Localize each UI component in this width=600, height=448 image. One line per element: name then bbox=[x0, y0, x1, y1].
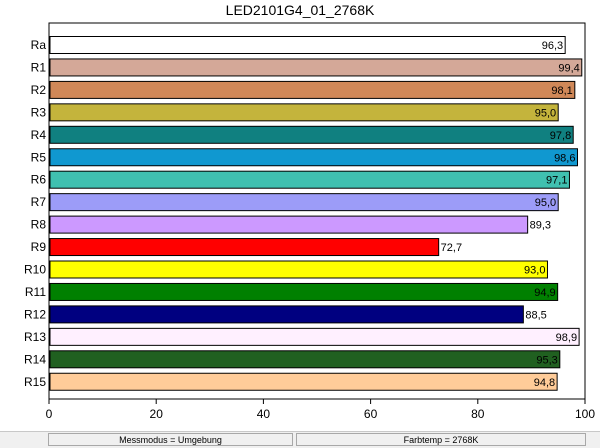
bar bbox=[49, 36, 566, 54]
value-label: 99,4 bbox=[558, 62, 579, 74]
value-label: 97,8 bbox=[550, 130, 571, 142]
bar-chart: Ra 96,3 R1 99,4 R2 98,1 R3 95,0 R4 97,8 R5 98,6 R6 97… bbox=[24, 22, 595, 421]
category-label: R7 bbox=[31, 195, 47, 209]
bar bbox=[49, 193, 559, 212]
bar bbox=[49, 372, 558, 391]
value-label: 88,5 bbox=[525, 309, 546, 321]
x-tick-label: 60 bbox=[364, 407, 378, 421]
bar bbox=[49, 80, 576, 99]
category-label: R5 bbox=[31, 150, 47, 164]
bar bbox=[49, 238, 440, 257]
bar bbox=[49, 327, 580, 346]
value-label: 72,7 bbox=[441, 242, 462, 254]
category-label: R9 bbox=[31, 240, 47, 254]
category-label: R8 bbox=[31, 218, 47, 232]
category-label: R12 bbox=[24, 307, 46, 321]
value-label: 98,9 bbox=[556, 332, 577, 344]
x-tick-label: 80 bbox=[471, 407, 485, 421]
bar bbox=[49, 170, 570, 189]
bar bbox=[49, 103, 559, 122]
bar bbox=[49, 350, 561, 369]
value-label: 94,9 bbox=[534, 287, 555, 299]
value-label: 98,6 bbox=[554, 152, 575, 164]
category-label: R6 bbox=[31, 173, 47, 187]
category-label: R4 bbox=[31, 128, 47, 142]
value-label: 89,3 bbox=[530, 220, 551, 232]
bar bbox=[49, 125, 574, 144]
status-bar: Messmodus = Umgebung Farbtemp = 2768K bbox=[0, 431, 600, 448]
x-tick-label: 40 bbox=[257, 407, 271, 421]
value-label: 97,1 bbox=[546, 175, 567, 187]
bar bbox=[49, 148, 578, 167]
value-label: 94,8 bbox=[534, 377, 555, 389]
value-label: 93,0 bbox=[524, 265, 545, 277]
value-label: 95,0 bbox=[535, 197, 556, 209]
bar bbox=[49, 282, 559, 301]
bar bbox=[49, 305, 524, 324]
status-mode: Messmodus = Umgebung bbox=[48, 433, 293, 446]
bar bbox=[49, 260, 548, 279]
category-label: R1 bbox=[31, 60, 47, 74]
category-label: R13 bbox=[24, 330, 46, 344]
category-label: R11 bbox=[25, 285, 46, 299]
category-label: Ra bbox=[31, 38, 47, 52]
x-tick-label: 100 bbox=[575, 407, 595, 421]
bar bbox=[49, 215, 529, 234]
x-tick-label: 0 bbox=[46, 407, 53, 421]
category-label: R3 bbox=[31, 105, 47, 119]
category-label: R14 bbox=[24, 352, 46, 366]
value-label: 96,3 bbox=[542, 40, 563, 52]
value-label: 98,1 bbox=[551, 85, 572, 97]
x-tick-label: 20 bbox=[150, 407, 164, 421]
bar bbox=[49, 58, 583, 77]
category-label: R15 bbox=[24, 375, 46, 389]
category-label: R10 bbox=[24, 263, 46, 277]
value-label: 95,0 bbox=[535, 107, 556, 119]
status-colortemp: Farbtemp = 2768K bbox=[296, 433, 586, 446]
category-label: R2 bbox=[31, 83, 47, 97]
value-label: 95,3 bbox=[536, 354, 557, 366]
